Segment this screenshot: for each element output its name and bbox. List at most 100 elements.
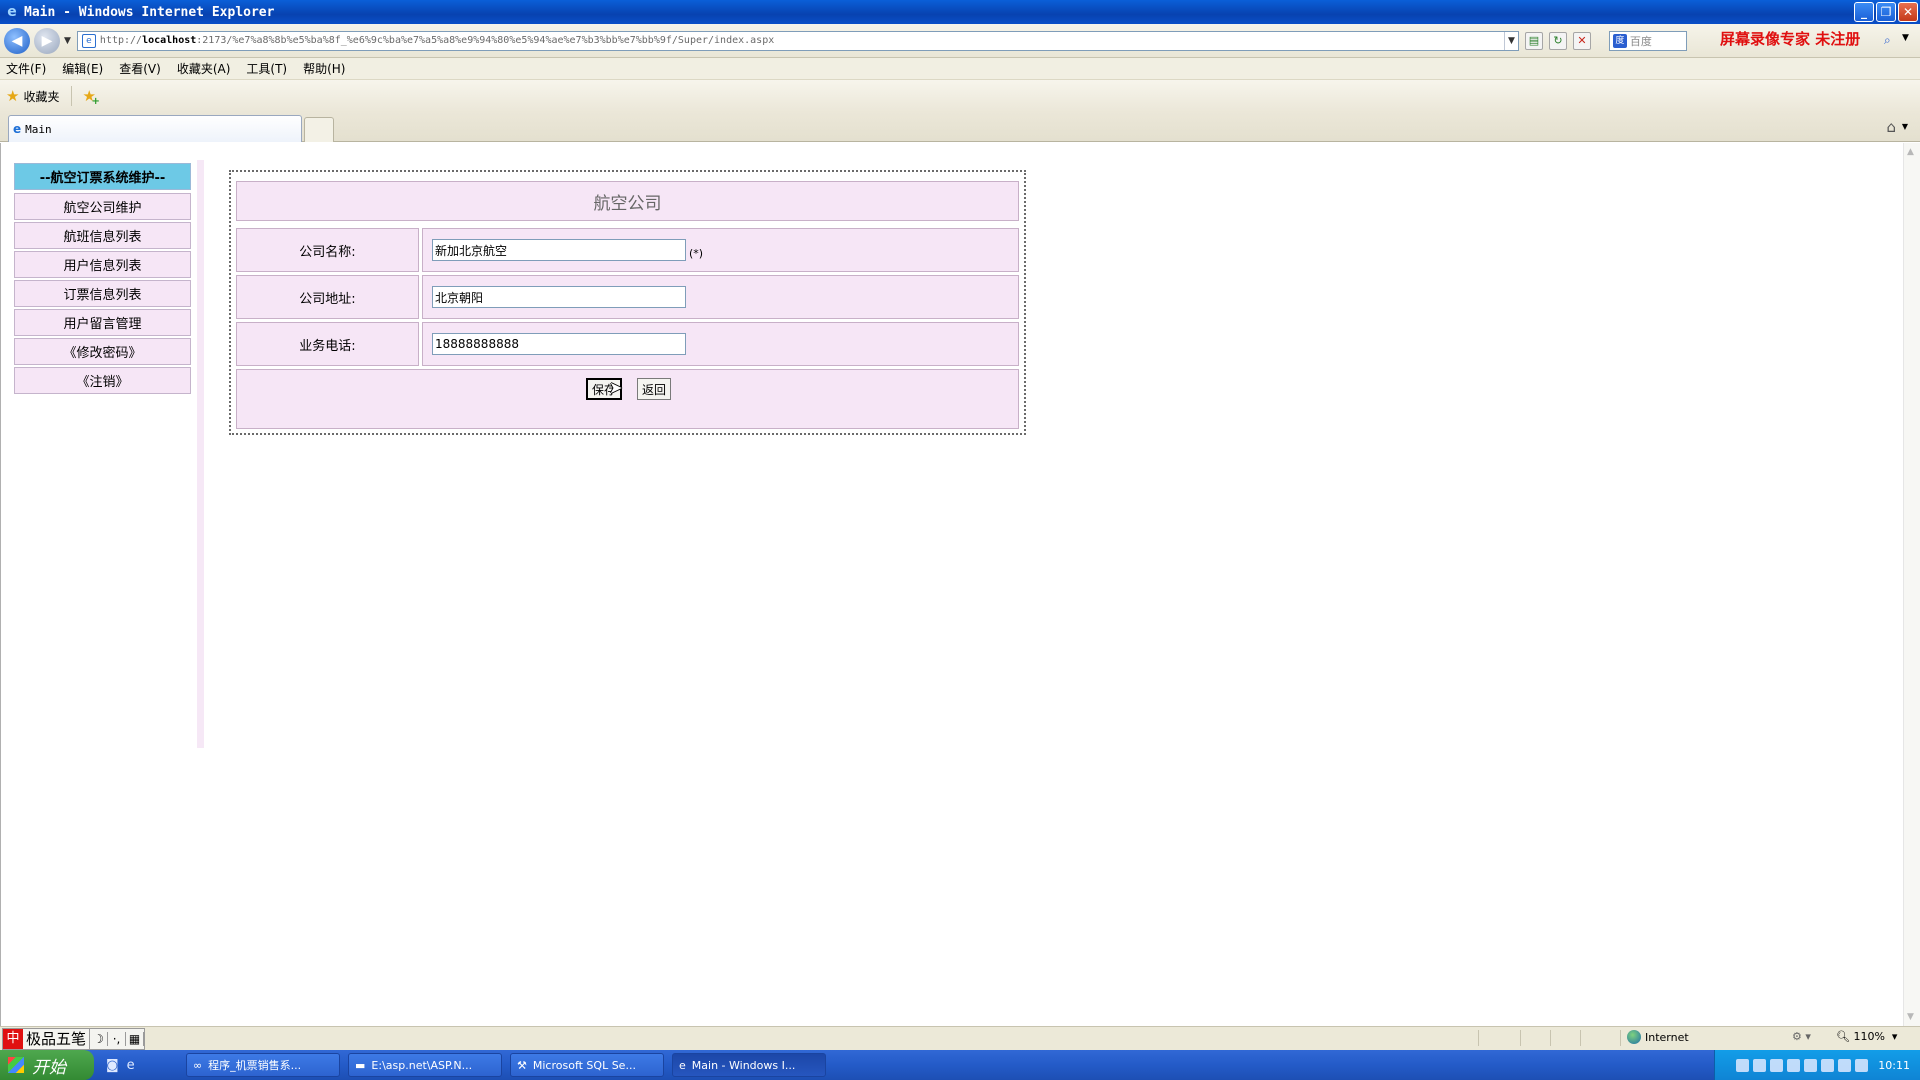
security-zone[interactable]: Internet: [1627, 1030, 1689, 1044]
status-divider: [1478, 1030, 1479, 1046]
taskbar-item-ie[interactable]: e Main - Windows I...: [672, 1053, 826, 1077]
vertical-scrollbar[interactable]: ▲ ▼: [1903, 143, 1920, 1026]
search-input[interactable]: 度 百度: [1608, 30, 1687, 51]
status-divider: [1520, 1030, 1521, 1046]
clock[interactable]: 10:11: [1878, 1059, 1910, 1072]
desktop-icon[interactable]: ◙: [106, 1058, 119, 1073]
company-name-input[interactable]: [432, 239, 686, 261]
sidebar-item-messages[interactable]: 用户留言管理: [14, 309, 191, 336]
favorites-star-icon[interactable]: ★: [6, 87, 19, 105]
frame-divider[interactable]: [197, 160, 204, 748]
scroll-down-icon[interactable]: ▼: [1907, 1012, 1914, 1022]
ime-keyboard-icon[interactable]: ▦: [126, 1031, 145, 1046]
scroll-up-icon[interactable]: ▲: [1907, 147, 1914, 157]
status-divider: [1580, 1030, 1581, 1046]
sidebar-item-flights[interactable]: 航班信息列表: [14, 222, 191, 249]
history-dropdown-icon[interactable]: ▼: [64, 36, 71, 46]
vs-icon: ∞: [193, 1058, 203, 1072]
quick-launch: ◙ e: [106, 1058, 186, 1073]
folder-icon: ▬: [355, 1058, 366, 1072]
home-dropdown-icon[interactable]: ▼: [1902, 122, 1908, 131]
mouse-cursor-icon: ➤: [609, 378, 623, 397]
new-tab-button[interactable]: [304, 117, 334, 142]
favorites-button[interactable]: 收藏夹: [23, 88, 59, 105]
zoom-icon: 🔍︎: [1836, 1030, 1854, 1043]
tray-user-icon[interactable]: [1804, 1058, 1818, 1072]
forward-button[interactable]: ▶: [34, 27, 60, 54]
zoom-dropdown-icon[interactable]: ▾: [1885, 1030, 1898, 1043]
ie-icon: e: [679, 1058, 686, 1072]
menu-edit[interactable]: 编辑(E): [62, 60, 103, 77]
menu-favorites[interactable]: 收藏夹(A): [177, 60, 231, 77]
minimize-button[interactable]: _: [1854, 2, 1874, 22]
url-field[interactable]: e http://localhost:2173/%e7%a8%8b%e5%ba%…: [76, 30, 1519, 51]
sql-icon: ⚒: [517, 1058, 527, 1072]
address-bar: ◀ ▶ ▼ e http://localhost:2173/%e7%a8%8b%…: [0, 24, 1920, 58]
ie-icon: e: [7, 4, 17, 20]
ie-icon: e: [13, 122, 22, 136]
taskbar-item-explorer[interactable]: ▬ E:\asp.net\ASP.N...: [348, 1053, 502, 1077]
search-dropdown-icon[interactable]: ▼: [1902, 33, 1909, 43]
ime-halfwidth-icon[interactable]: ☽: [90, 1031, 109, 1046]
ime-toolbar[interactable]: 中 极品五笔 ☽ ·, ▦: [2, 1027, 146, 1050]
sidebar-item-bookings[interactable]: 订票信息列表: [14, 280, 191, 307]
menu-tools[interactable]: 工具(T): [246, 60, 287, 77]
home-icon[interactable]: ⌂: [1886, 118, 1896, 136]
tray-security-icon[interactable]: [1787, 1058, 1801, 1072]
sidebar-item-airline[interactable]: 航空公司维护: [14, 193, 191, 220]
status-divider: [1550, 1030, 1551, 1046]
ie-icon[interactable]: e: [127, 1058, 135, 1073]
ime-punctuation-icon[interactable]: ·,: [108, 1031, 127, 1046]
maximize-button[interactable]: ❐: [1876, 2, 1896, 22]
protected-mode-icon[interactable]: ⚙ ▾: [1792, 1030, 1811, 1043]
tab-main[interactable]: e Main: [8, 115, 302, 142]
airline-form: 航空公司 公司名称: (*) 公司地址: 业务电话: 保存 返回: [229, 170, 1026, 435]
zoom-control[interactable]: 🔍︎ 110% ▾: [1836, 1030, 1897, 1043]
menu-help[interactable]: 帮助(H): [303, 60, 345, 77]
business-phone-input[interactable]: [432, 333, 686, 355]
start-button[interactable]: 开始: [0, 1050, 94, 1080]
stop-icon[interactable]: ✕: [1572, 31, 1591, 50]
tray-recorder-icon[interactable]: [1736, 1058, 1750, 1072]
back-button[interactable]: 返回: [637, 378, 671, 400]
sidebar: --航空订票系统维护-- 航空公司维护 航班信息列表 用户信息列表 订票信息列表…: [14, 163, 191, 396]
page-icon: e: [81, 33, 96, 48]
compatibility-view-icon[interactable]: ▤: [1524, 31, 1543, 50]
sidebar-item-logout[interactable]: 《注销》: [14, 367, 191, 394]
search-icon[interactable]: ⌕: [1884, 33, 1891, 48]
tab-bar: e Main ⌂ ▼: [0, 112, 1920, 142]
url-dropdown-icon[interactable]: ▼: [1503, 31, 1518, 50]
window-title-bar[interactable]: e Main - Windows Internet Explorer _ ❐ ✕: [0, 0, 1920, 24]
company-address-input[interactable]: [432, 286, 686, 308]
menu-bar: 文件(F) 编辑(E) 查看(V) 收藏夹(A) 工具(T) 帮助(H): [0, 58, 1920, 80]
form-title: 航空公司: [236, 181, 1019, 221]
back-button[interactable]: ◀: [4, 27, 30, 54]
sidebar-header: --航空订票系统维护--: [14, 163, 191, 190]
sidebar-item-change-password[interactable]: 《修改密码》: [14, 338, 191, 365]
form-actions: 保存 返回: [236, 369, 1019, 429]
menu-file[interactable]: 文件(F): [6, 60, 46, 77]
system-tray: 10:11: [1714, 1050, 1920, 1080]
taskbar-item-visual-studio[interactable]: ∞ 程序_机票销售系...: [186, 1053, 340, 1077]
form-row-address: 公司地址:: [236, 275, 1019, 319]
recorder-watermark: 屏幕录像专家 未注册: [1720, 30, 1861, 48]
tray-arrow-icon[interactable]: [1753, 1058, 1767, 1072]
required-mark: (*): [689, 246, 704, 260]
tray-network-icon[interactable]: [1770, 1058, 1784, 1072]
close-button[interactable]: ✕: [1898, 2, 1918, 22]
taskbar-item-sql-server[interactable]: ⚒ Microsoft SQL Se...: [510, 1053, 664, 1077]
company-address-label: 公司地址:: [236, 275, 419, 319]
sidebar-item-users[interactable]: 用户信息列表: [14, 251, 191, 278]
window-title: Main - Windows Internet Explorer: [24, 4, 275, 20]
add-favorite-icon[interactable]: ★: [82, 87, 100, 107]
refresh-icon[interactable]: ↻: [1548, 31, 1567, 50]
menu-view[interactable]: 查看(V): [119, 60, 161, 77]
ime-name[interactable]: 极品五笔: [23, 1028, 91, 1049]
form-row-name: 公司名称: (*): [236, 228, 1019, 272]
tray-sql-icon[interactable]: [1821, 1058, 1835, 1072]
tray-volume-icon[interactable]: [1838, 1058, 1852, 1072]
tray-keyboard-icon[interactable]: [1855, 1058, 1869, 1072]
ime-logo-icon[interactable]: 中: [3, 1028, 23, 1049]
favorites-divider: [71, 86, 73, 106]
url-text[interactable]: http://localhost:2173/%e7%a8%8b%e5%ba%8f…: [100, 35, 1504, 46]
